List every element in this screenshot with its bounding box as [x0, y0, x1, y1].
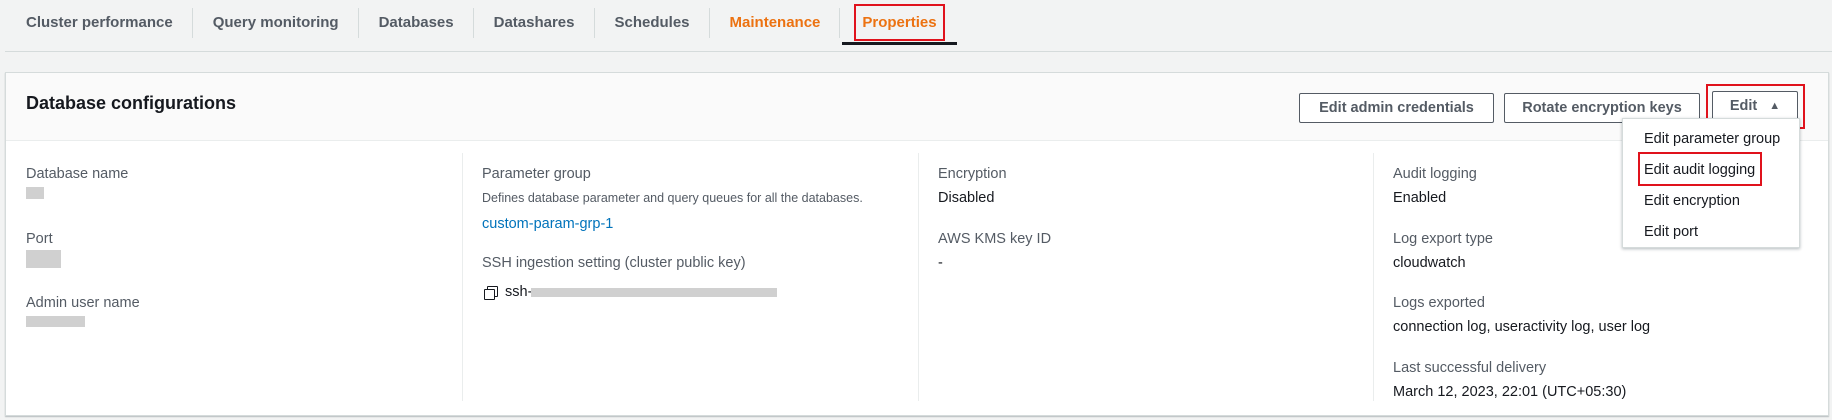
tab-schedules[interactable]: Schedules	[595, 0, 710, 44]
tab-cluster-performance[interactable]: Cluster performance	[5, 0, 193, 44]
last-delivery-value: March 12, 2023, 22:01 (UTC+05:30)	[1393, 384, 1627, 400]
tab-label: Schedules	[614, 13, 690, 31]
logs-exported-value: connection log, useractivity log, user l…	[1393, 319, 1651, 335]
column-divider	[462, 153, 463, 401]
column-divider	[1373, 153, 1374, 401]
ssh-key-redacted	[531, 288, 777, 297]
ssh-key-prefix: ssh-	[505, 284, 533, 300]
tab-maintenance[interactable]: Maintenance	[710, 0, 841, 44]
column-divider	[918, 153, 919, 401]
kms-key-id-value: -	[938, 255, 943, 271]
ssh-ingestion-label: SSH ingestion setting (cluster public ke…	[482, 255, 746, 271]
tab-label: Query monitoring	[212, 13, 339, 31]
database-configurations-panel: Database configurations Edit admin crede…	[5, 72, 1829, 416]
parameter-group-link[interactable]: custom-param-grp-1	[482, 216, 613, 232]
menu-item-edit-port[interactable]: Edit port	[1644, 224, 1698, 240]
log-export-type-value: cloudwatch	[1393, 255, 1466, 271]
last-delivery-label: Last successful delivery	[1393, 360, 1547, 376]
tab-bar: Cluster performance Query monitoring Dat…	[5, 0, 1832, 52]
database-name-label: Database name	[26, 166, 129, 182]
caret-up-icon: ▲	[1769, 100, 1781, 112]
encryption-value: Disabled	[938, 190, 995, 206]
logs-exported-label: Logs exported	[1393, 295, 1485, 311]
audit-logging-label: Audit logging	[1393, 166, 1477, 182]
tab-label: Datashares	[493, 13, 575, 31]
audit-logging-highlight	[1638, 152, 1762, 186]
tab-databases[interactable]: Databases	[359, 0, 474, 44]
tab-label: Maintenance	[729, 13, 821, 31]
panel-header: Database configurations Edit admin crede…	[6, 73, 1828, 141]
menu-item-edit-parameter-group[interactable]: Edit parameter group	[1644, 131, 1780, 147]
parameter-group-label: Parameter group	[482, 166, 591, 182]
edit-admin-credentials-button[interactable]: Edit admin credentials	[1299, 93, 1494, 123]
kms-key-id-label: AWS KMS key ID	[938, 231, 1052, 247]
log-export-type-label: Log export type	[1393, 231, 1493, 247]
admin-user-name-label: Admin user name	[26, 295, 140, 311]
parameter-group-description: Defines database parameter and query que…	[482, 191, 863, 205]
tab-query-monitoring[interactable]: Query monitoring	[193, 0, 359, 44]
admin-user-name-value-redacted	[26, 316, 85, 327]
edit-button[interactable]: Edit ▲	[1712, 91, 1798, 121]
port-value-redacted	[26, 250, 61, 268]
tab-label: Properties	[854, 3, 945, 41]
tab-datashares[interactable]: Datashares	[474, 0, 595, 44]
tab-properties[interactable]: Properties	[840, 0, 958, 45]
port-label: Port	[26, 231, 53, 247]
tab-label: Databases	[378, 13, 454, 31]
edit-button-label: Edit	[1729, 98, 1758, 114]
encryption-label: Encryption	[938, 166, 1007, 182]
panel-title: Database configurations	[26, 93, 237, 113]
audit-logging-value: Enabled	[1393, 190, 1447, 206]
menu-item-edit-encryption[interactable]: Edit encryption	[1644, 193, 1740, 209]
copy-icon[interactable]	[484, 286, 498, 300]
tab-label: Cluster performance	[26, 13, 173, 31]
database-name-value-redacted	[26, 187, 44, 199]
